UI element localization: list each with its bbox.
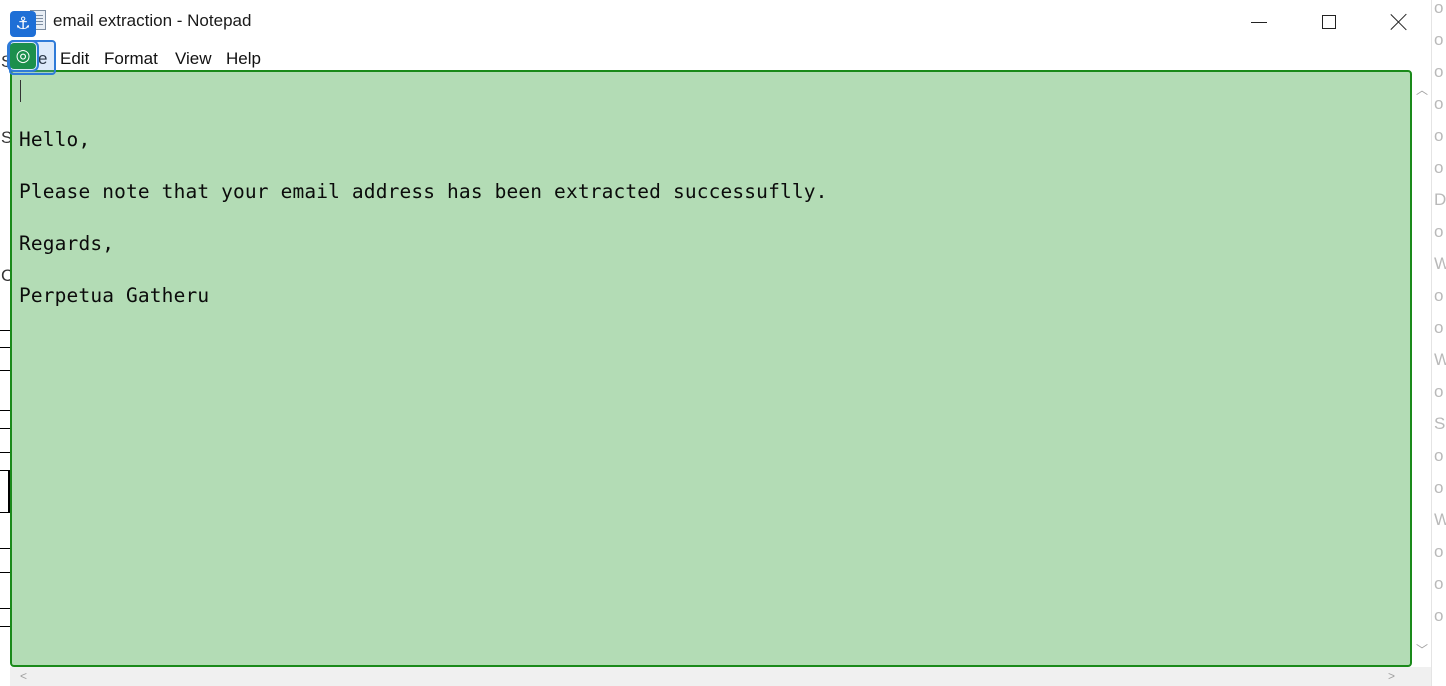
- bg-char: o: [1434, 446, 1444, 465]
- bg-char: o: [1434, 606, 1444, 625]
- bg-char: o: [1434, 222, 1444, 241]
- menu-view[interactable]: View: [175, 49, 212, 69]
- minimize-icon: [1251, 21, 1267, 23]
- scroll-down-icon[interactable]: ﹀: [1416, 644, 1428, 656]
- text-caret: [20, 80, 21, 102]
- bg-char: W: [1434, 510, 1446, 530]
- scroll-up-icon[interactable]: ︿: [1416, 84, 1428, 96]
- menu-format[interactable]: Format: [104, 49, 158, 69]
- menu-edit[interactable]: Edit: [60, 49, 89, 69]
- menu-help[interactable]: Help: [226, 49, 261, 69]
- bg-char: o: [1434, 286, 1444, 305]
- minimize-button[interactable]: [1224, 0, 1294, 44]
- maximize-button[interactable]: [1294, 0, 1364, 44]
- target-icon: ◎: [7, 40, 39, 72]
- background-window-right-edge: o o o o o o D o W o o o W o o S W o o o: [1431, 0, 1446, 686]
- window-title: email extraction - Notepad: [53, 11, 252, 30]
- bg-char: o: [1434, 0, 1444, 17]
- bg-char: o: [1434, 126, 1444, 145]
- text-editor-area[interactable]: Hello, Please note that your email addre…: [10, 70, 1412, 667]
- menu-bar: e Edit Format View Help: [10, 44, 1431, 72]
- scroll-right-icon[interactable]: >: [1388, 670, 1395, 682]
- close-button[interactable]: [1364, 0, 1434, 44]
- bg-char: o: [1434, 318, 1444, 337]
- title-bar[interactable]: email extraction - Notepad: [10, 0, 1431, 44]
- bg-char: S: [1434, 414, 1446, 433]
- maximize-icon: [1322, 15, 1336, 29]
- bg-char: o: [1434, 542, 1444, 561]
- bg-char: o: [1434, 94, 1444, 113]
- bg-char: D: [1434, 190, 1446, 209]
- document-line: Hello,: [19, 128, 91, 151]
- bg-char: W: [1434, 350, 1446, 370]
- scroll-left-icon[interactable]: <: [20, 670, 27, 682]
- bg-char: o: [1434, 62, 1444, 81]
- close-icon: [1391, 14, 1407, 30]
- bg-char: o: [1434, 478, 1444, 497]
- scrollbar-corner: [1412, 667, 1431, 686]
- bg-char: o: [1434, 574, 1444, 593]
- bg-char: o: [1434, 158, 1444, 177]
- document-line: Please note that your email address has …: [19, 180, 828, 203]
- notepad-window: email extraction - Notepad e Edit Format…: [10, 0, 1431, 686]
- vertical-scrollbar[interactable]: ︿ ﹀: [1412, 72, 1431, 666]
- anchor-icon: ⚓: [10, 11, 36, 37]
- document-line: Regards,: [19, 232, 115, 255]
- bg-char: o: [1434, 382, 1444, 401]
- document-line: Perpetua Gatheru: [19, 284, 210, 307]
- bg-char: W: [1434, 254, 1446, 274]
- bg-char: o: [1434, 30, 1444, 49]
- horizontal-scrollbar[interactable]: < >: [10, 667, 1412, 686]
